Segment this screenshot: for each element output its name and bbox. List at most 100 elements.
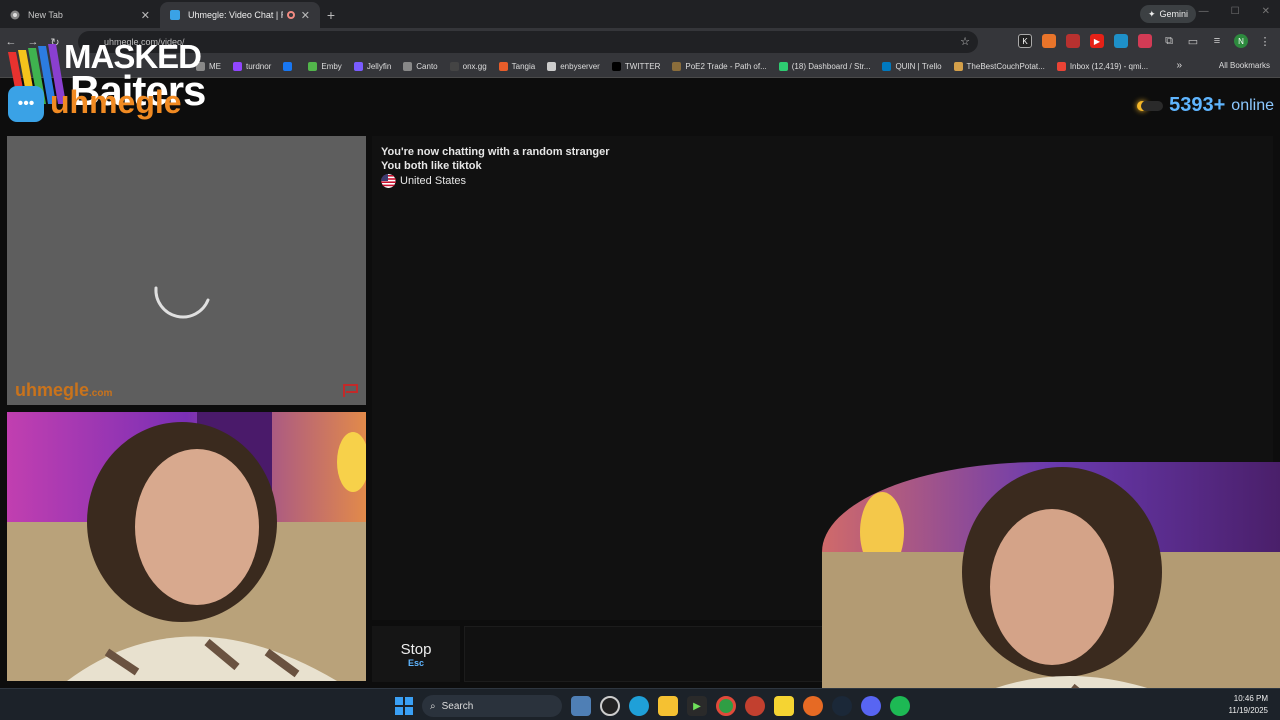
bookmark-item[interactable]: PoE2 Trade - Path of... — [672, 62, 767, 71]
bookmark-star-icon[interactable]: ☆ — [960, 35, 970, 48]
spotify-icon[interactable] — [890, 696, 910, 716]
windows-start-icon[interactable] — [395, 697, 413, 715]
discord-icon[interactable] — [861, 696, 881, 716]
bookmark-favicon-icon — [449, 62, 459, 71]
loading-spinner-icon — [154, 286, 210, 319]
extension-fox-icon[interactable] — [1042, 34, 1056, 48]
streamer-camera-overlay — [822, 462, 1280, 720]
tab-title: Uhmegle: Video Chat | Ran — [188, 10, 283, 20]
bookmark-item[interactable]: TheBestCouchPotat... — [953, 62, 1045, 71]
watermark-text: uhmegle — [15, 380, 90, 400]
uhmegle-watermark: uhmegle.com — [15, 380, 112, 401]
tab-uhmegle[interactable]: Uhmegle: Video Chat | Ran ✕ — [160, 2, 320, 28]
bookmark-label: TWITTER — [624, 62, 661, 71]
bookmark-label: Canto — [416, 62, 438, 71]
bookmark-label: QUIN | Trello — [895, 62, 942, 71]
search-label: Search — [441, 700, 474, 712]
gemini-button[interactable]: ✦ Gemini — [1139, 5, 1196, 23]
bookmark-item[interactable]: Canto — [403, 62, 438, 71]
close-tab-icon[interactable]: ✕ — [301, 9, 310, 22]
profile-avatar[interactable]: N — [1234, 34, 1248, 48]
side-panel-icon[interactable]: ▭ — [1186, 34, 1200, 48]
bookmark-favicon-icon — [1056, 62, 1066, 71]
extension-k-icon[interactable]: K — [1018, 34, 1032, 48]
bookmark-item[interactable]: (18) Dashboard / Str... — [778, 62, 871, 71]
chrome-taskbar-icon[interactable] — [716, 696, 736, 716]
bookmark-item[interactable]: Jellyfin — [353, 62, 391, 71]
bookmark-label: Emby — [321, 62, 342, 71]
streaming-app-icon[interactable]: ▶ — [687, 696, 707, 716]
site-logo-text: uhmegle — [50, 84, 182, 120]
bookmark-favicon-icon — [498, 62, 508, 71]
minimize-icon[interactable]: — — [1199, 6, 1209, 17]
bookmark-favicon-icon — [403, 62, 413, 71]
report-flag-icon[interactable] — [342, 382, 360, 398]
bookmark-favicon-icon — [547, 62, 557, 71]
uhmegle-logo[interactable]: ••• uhmegle — [8, 82, 198, 124]
new-tab-button[interactable]: + — [320, 2, 342, 28]
system-clock[interactable]: 10:46 PM 11/19/2025 — [1229, 693, 1268, 717]
theme-toggle-track[interactable] — [1141, 100, 1164, 111]
edge-icon[interactable] — [629, 696, 649, 716]
bookmark-favicon-icon — [308, 62, 318, 71]
self-video — [7, 412, 366, 681]
uhmegle-favicon-icon — [170, 10, 180, 20]
bookmark-item[interactable]: onx.gg — [449, 62, 487, 71]
gemini-label: Gemini — [1159, 9, 1188, 19]
extension-blue-icon[interactable] — [1114, 34, 1128, 48]
streamer-camera-feed — [822, 462, 1280, 720]
sticky-notes-icon[interactable] — [774, 696, 794, 716]
self-camera-feed — [7, 412, 366, 681]
bookmark-item[interactable] — [283, 62, 296, 71]
bookmark-item[interactable]: turdnor — [233, 62, 271, 71]
recording-icon — [286, 11, 295, 19]
menu-icon[interactable]: ⋮ — [1258, 34, 1272, 48]
bookmark-label: Tangia — [511, 62, 536, 71]
extension-pink-icon[interactable] — [1138, 34, 1152, 48]
firefox-icon[interactable] — [803, 696, 823, 716]
widgets-icon[interactable] — [571, 696, 591, 716]
youtube-icon[interactable]: ▶ — [1090, 34, 1104, 48]
bookmark-item[interactable]: Emby — [308, 62, 342, 71]
bookmark-item[interactable]: Inbox (12,419) - qmi... — [1056, 62, 1149, 71]
extensions-bar: K ▶ ⧉ ▭ ≡ N ⋮ — [1018, 34, 1272, 48]
bookmark-favicon-icon — [283, 62, 293, 71]
bookmark-favicon-icon — [353, 62, 363, 71]
bookmark-item[interactable]: TWITTER — [611, 62, 661, 71]
chrome-icon — [10, 10, 20, 20]
extensions-puzzle-icon[interactable]: ⧉ — [1162, 34, 1176, 48]
common-interest-message: You both like tiktok — [381, 160, 482, 172]
online-counter: 5393+ online — [1137, 94, 1274, 117]
sparkle-icon: ✦ — [1147, 8, 1156, 19]
stop-button[interactable]: Stop Esc — [372, 626, 460, 682]
obs-icon[interactable] — [600, 696, 620, 716]
bookmark-favicon-icon — [882, 62, 892, 71]
bookmark-favicon-icon — [778, 62, 788, 71]
online-label: online — [1231, 96, 1274, 114]
watermark-suffix: .com — [89, 388, 113, 399]
search-icon: ⌕ — [430, 700, 436, 712]
more-bookmarks-icon[interactable]: » — [1176, 60, 1182, 71]
maximize-icon[interactable]: ☐ — [1231, 6, 1240, 17]
close-tab-icon[interactable]: ✕ — [141, 9, 150, 22]
bookmark-label: onx.gg — [462, 62, 487, 71]
all-bookmarks-button[interactable]: All Bookmarks — [1219, 61, 1270, 70]
bookmark-label: Inbox (12,419) - qmi... — [1069, 62, 1149, 71]
windows-taskbar: ⌕ Search ▶ 10:46 PM 11/19/2025 — [0, 688, 1280, 720]
steam-icon[interactable] — [832, 696, 852, 716]
tab-new-tab[interactable]: New Tab ✕ — [0, 2, 160, 28]
reading-list-icon[interactable]: ≡ — [1210, 34, 1224, 48]
bookmark-item[interactable]: enbyserver — [547, 62, 600, 71]
file-explorer-icon[interactable] — [658, 696, 678, 716]
bookmark-item[interactable]: QUIN | Trello — [882, 62, 942, 71]
close-window-icon[interactable]: ✕ — [1262, 6, 1270, 17]
bookmark-label: (18) Dashboard / Str... — [791, 62, 871, 71]
bookmark-item[interactable]: Tangia — [498, 62, 536, 71]
bookmark-favicon-icon — [953, 62, 963, 71]
clock-date: 11/19/2025 — [1228, 706, 1268, 715]
online-count: 5393+ — [1169, 94, 1226, 116]
stop-label: Stop — [400, 640, 432, 658]
game-app-icon[interactable] — [745, 696, 765, 716]
taskbar-search[interactable]: ⌕ Search — [422, 695, 562, 717]
extension-red-icon[interactable] — [1066, 34, 1080, 48]
